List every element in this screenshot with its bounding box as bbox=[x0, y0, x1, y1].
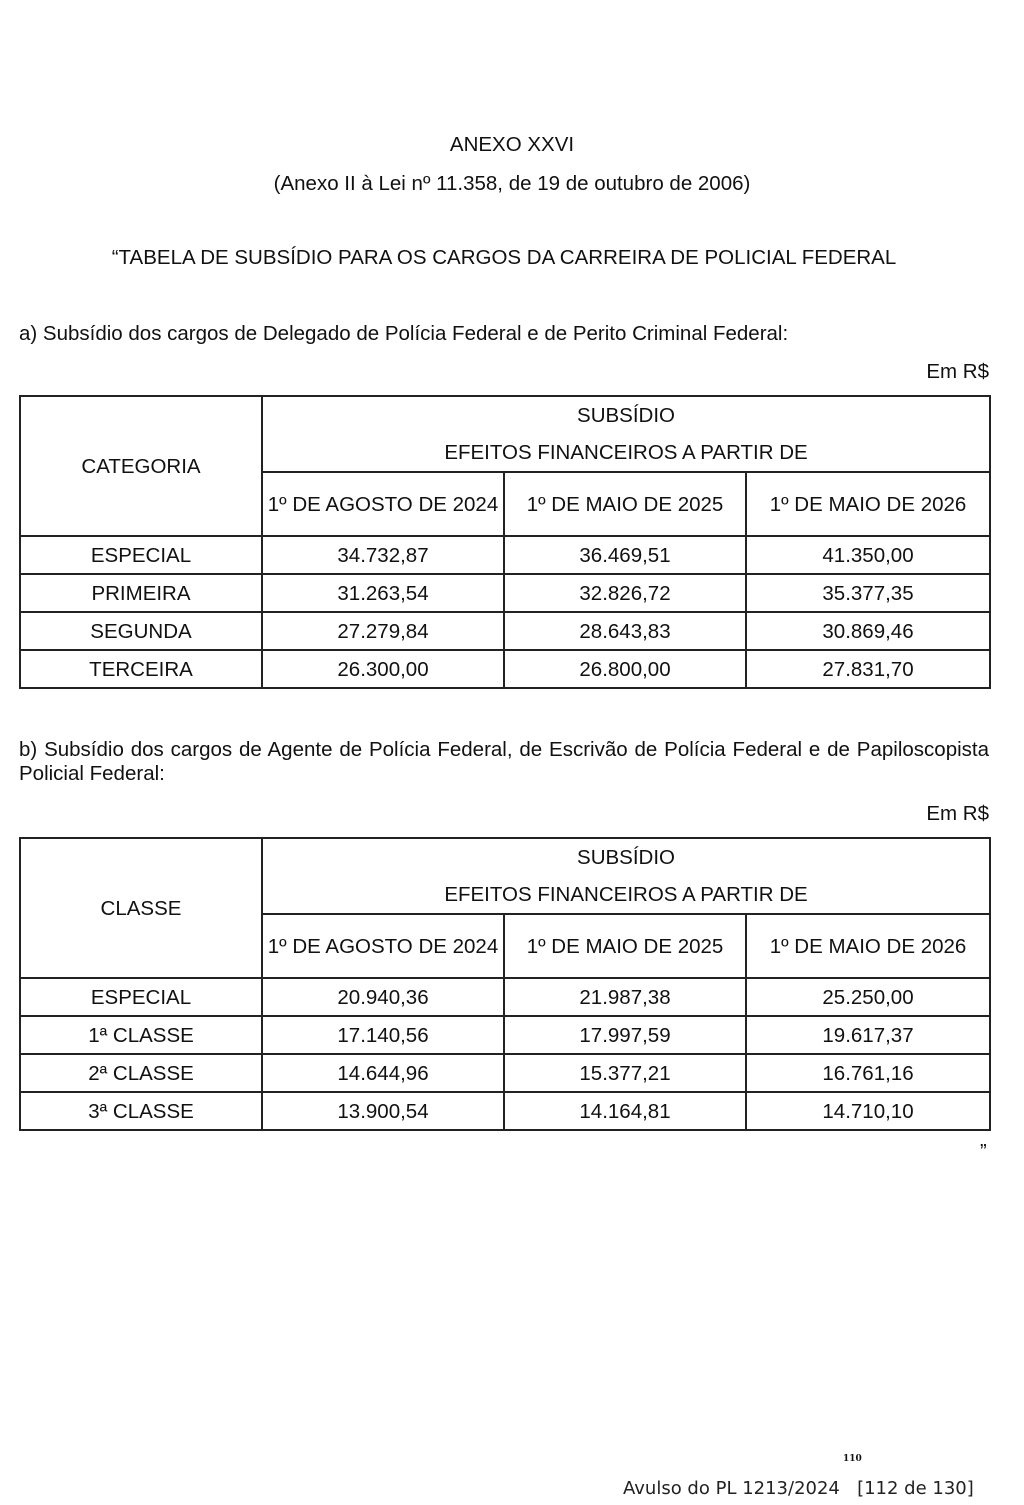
table-cell: 28.643,83 bbox=[503, 611, 747, 651]
avulso-text: Avulso do PL 1213/2024 bbox=[623, 1478, 840, 1499]
table-row: ESPECIAL 20.940,36 21.987,38 25.250,00 bbox=[19, 977, 992, 1017]
table-cell: 25.250,00 bbox=[744, 977, 992, 1017]
col-header-date: 1º DE AGOSTO DE 2024 bbox=[261, 471, 505, 537]
col-header-date: 1º DE MAIO DE 2026 bbox=[744, 913, 992, 979]
table-row: PRIMEIRA 31.263,54 32.826,72 35.377,35 bbox=[19, 573, 992, 613]
col-header-date: 1º DE MAIO DE 2026 bbox=[744, 471, 992, 537]
table-cell: 19.617,37 bbox=[744, 1015, 992, 1055]
table-row: ESPECIAL 34.732,87 36.469,51 41.350,00 bbox=[19, 535, 992, 575]
table-cell: 32.826,72 bbox=[503, 573, 747, 613]
group-header-efeitos: EFEITOS FINANCEIROS A PARTIR DE bbox=[260, 875, 992, 915]
col-header-classe: CLASSE bbox=[19, 837, 263, 979]
table-row: SEGUNDA 27.279,84 28.643,83 30.869,46 bbox=[19, 611, 992, 651]
group-header-subsidio: SUBSÍDIO bbox=[260, 837, 992, 875]
footer-avulso: Avulso do PL 1213/2024 [112 de 130] bbox=[623, 1477, 974, 1501]
row-label: SEGUNDA bbox=[19, 611, 263, 651]
table-row: 2ª CLASSE 14.644,96 15.377,21 16.761,16 bbox=[19, 1053, 992, 1093]
row-label: ESPECIAL bbox=[19, 535, 263, 575]
row-label: PRIMEIRA bbox=[19, 573, 263, 613]
section-a-intro: a) Subsídio dos cargos de Delegado de Po… bbox=[19, 322, 789, 345]
table-cell: 31.263,54 bbox=[261, 573, 505, 613]
closing-quote: ” bbox=[980, 1141, 987, 1163]
table-cell: 36.469,51 bbox=[503, 535, 747, 575]
table-row: 1ª CLASSE 17.140,56 17.997,59 19.617,37 bbox=[19, 1015, 992, 1055]
table-cell: 16.761,16 bbox=[744, 1053, 992, 1093]
row-label: 1ª CLASSE bbox=[19, 1015, 263, 1055]
table-cell: 17.997,59 bbox=[503, 1015, 747, 1055]
table-cell: 20.940,36 bbox=[261, 977, 505, 1017]
col-header-date: 1º DE MAIO DE 2025 bbox=[503, 913, 747, 979]
table-cell: 30.869,46 bbox=[744, 611, 992, 651]
page-number: 110 bbox=[843, 1454, 862, 1464]
row-label: TERCEIRA bbox=[19, 649, 263, 689]
table-heading: “TABELA DE SUBSÍDIO PARA OS CARGOS DA CA… bbox=[111, 246, 897, 269]
table-row: 3ª CLASSE 13.900,54 14.164,81 14.710,10 bbox=[19, 1091, 992, 1131]
table-cell: 27.831,70 bbox=[744, 649, 992, 689]
section-b-unit: Em R$ bbox=[926, 802, 989, 825]
table-cell: 14.164,81 bbox=[503, 1091, 747, 1131]
group-header-subsidio: SUBSÍDIO bbox=[260, 395, 992, 433]
table-cell: 14.710,10 bbox=[744, 1091, 992, 1131]
col-header-date: 1º DE AGOSTO DE 2024 bbox=[261, 913, 505, 979]
table-cell: 35.377,35 bbox=[744, 573, 992, 613]
section-a-table: CATEGORIA SUBSÍDIO EFEITOS FINANCEIROS A… bbox=[19, 395, 992, 689]
annex-subtitle: (Anexo II à Lei nº 11.358, de 19 de outu… bbox=[273, 172, 751, 195]
table-cell: 17.140,56 bbox=[261, 1015, 505, 1055]
col-header-date: 1º DE MAIO DE 2025 bbox=[503, 471, 747, 537]
annex-title: ANEXO XXVI bbox=[449, 133, 575, 156]
row-label: ESPECIAL bbox=[19, 977, 263, 1017]
table-cell: 13.900,54 bbox=[261, 1091, 505, 1131]
row-label: 3ª CLASSE bbox=[19, 1091, 263, 1131]
row-label: 2ª CLASSE bbox=[19, 1053, 263, 1093]
table-cell: 26.300,00 bbox=[261, 649, 505, 689]
section-b-intro: b) Subsídio dos cargos de Agente de Polí… bbox=[19, 738, 989, 785]
section-b-table: CLASSE SUBSÍDIO EFEITOS FINANCEIROS A PA… bbox=[19, 837, 992, 1131]
page-indicator: [112 de 130] bbox=[857, 1478, 974, 1499]
table-cell: 41.350,00 bbox=[744, 535, 992, 575]
table-cell: 27.279,84 bbox=[261, 611, 505, 651]
col-header-categoria: CATEGORIA bbox=[19, 395, 263, 537]
table-cell: 15.377,21 bbox=[503, 1053, 747, 1093]
group-header-efeitos: EFEITOS FINANCEIROS A PARTIR DE bbox=[260, 433, 992, 473]
table-cell: 26.800,00 bbox=[503, 649, 747, 689]
table-row: TERCEIRA 26.300,00 26.800,00 27.831,70 bbox=[19, 649, 992, 689]
table-cell: 14.644,96 bbox=[261, 1053, 505, 1093]
section-a-unit: Em R$ bbox=[926, 360, 989, 383]
table-cell: 21.987,38 bbox=[503, 977, 747, 1017]
table-cell: 34.732,87 bbox=[261, 535, 505, 575]
